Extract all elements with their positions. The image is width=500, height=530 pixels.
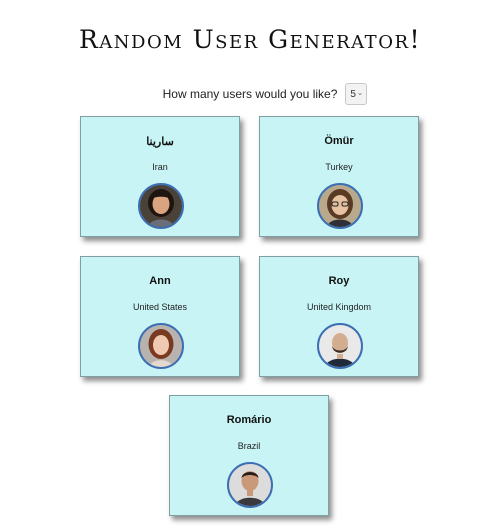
avatar [317, 183, 363, 229]
user-name: Ömür [324, 135, 354, 147]
user-country: Turkey [325, 162, 353, 172]
user-name: Ann [149, 275, 171, 287]
user-country: Iran [152, 162, 168, 172]
page-title: Random User Generator! [78, 25, 422, 54]
man-portrait-beard-icon [319, 325, 361, 367]
user-card: سارینا Iran [80, 116, 240, 237]
man-portrait-short-hair-icon [229, 464, 271, 506]
chevron-down-icon: ⌄ [356, 88, 364, 97]
user-name: سارینا [146, 136, 174, 148]
user-count-control: How many users would you like? 5 ⌄ [0, 82, 500, 106]
user-card: Ann United States [80, 256, 240, 377]
user-count-select[interactable]: 5 ⌄ [345, 83, 368, 105]
woman-portrait-dark-hair-icon [140, 185, 182, 227]
user-count-label: How many users would you like? [162, 87, 338, 101]
avatar [227, 462, 273, 508]
avatar [317, 323, 363, 369]
user-country: United Kingdom [306, 302, 372, 312]
user-name: Roy [328, 275, 350, 287]
user-count-value: 5 [350, 88, 356, 100]
user-country: Brazil [237, 441, 261, 451]
user-card: Ömür Turkey [259, 116, 419, 237]
avatar [138, 323, 184, 369]
woman-portrait-red-hair-icon [140, 325, 182, 367]
user-name: Romário [226, 414, 272, 426]
woman-portrait-glasses-icon [319, 185, 361, 227]
user-country: United States [132, 302, 188, 312]
avatar [138, 183, 184, 229]
user-card: Romário Brazil [169, 395, 329, 516]
user-card: Roy United Kingdom [259, 256, 419, 377]
